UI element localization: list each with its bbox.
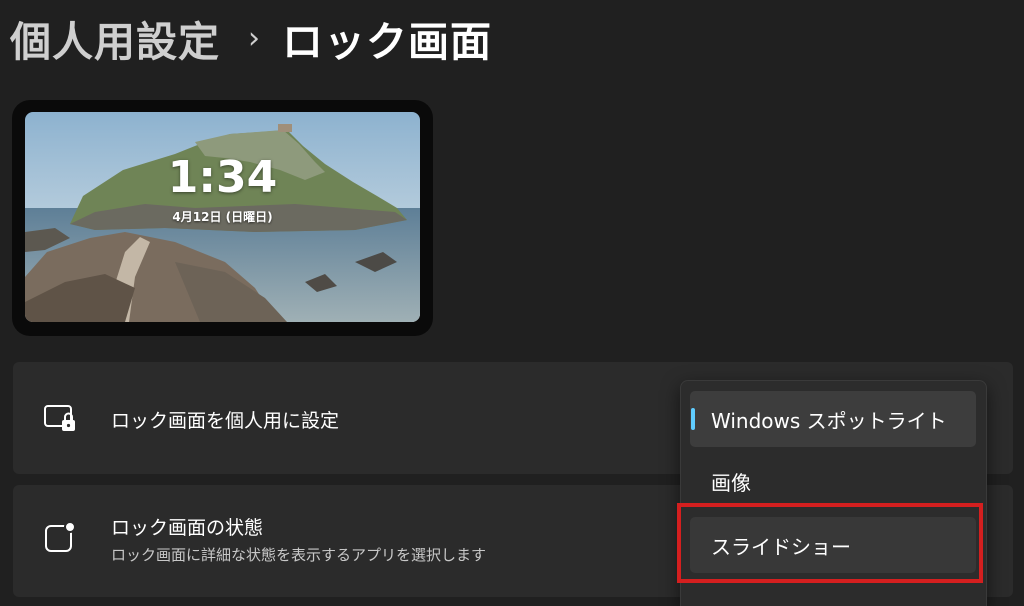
lock-screen-preview: 1:34 4月12日 (日曜日) <box>12 100 433 336</box>
status-icon <box>45 521 76 552</box>
option-picture[interactable]: 画像 <box>690 453 976 509</box>
option-label: 画像 <box>711 470 751 495</box>
personalize-lock-screen-title: ロック画面を個人用に設定 <box>111 410 340 432</box>
selection-indicator <box>691 408 695 430</box>
option-windows-spotlight[interactable]: Windows スポットライト <box>690 391 976 447</box>
breadcrumb-parent-link[interactable]: 個人用設定 <box>10 8 220 68</box>
breadcrumb: 個人用設定 › ロック画面 <box>10 8 492 68</box>
lock-screen-status-title: ロック画面の状態 <box>111 517 264 539</box>
lock-screen-status-description: ロック画面に詳細な状態を表示するアプリを選択します <box>111 546 487 564</box>
page-title: ロック画面 <box>282 18 492 66</box>
lock-screen-date: 4月12日 (日曜日) <box>172 210 273 224</box>
lock-screen-time: 1:34 <box>167 152 278 203</box>
highlight-annotation-box <box>677 503 983 583</box>
lock-screen-preview-image: 1:34 4月12日 (日曜日) <box>25 112 420 322</box>
option-label: Windows スポットライト <box>711 408 947 433</box>
chevron-right-icon: › <box>248 20 260 56</box>
lock-screen-icon <box>44 405 75 431</box>
